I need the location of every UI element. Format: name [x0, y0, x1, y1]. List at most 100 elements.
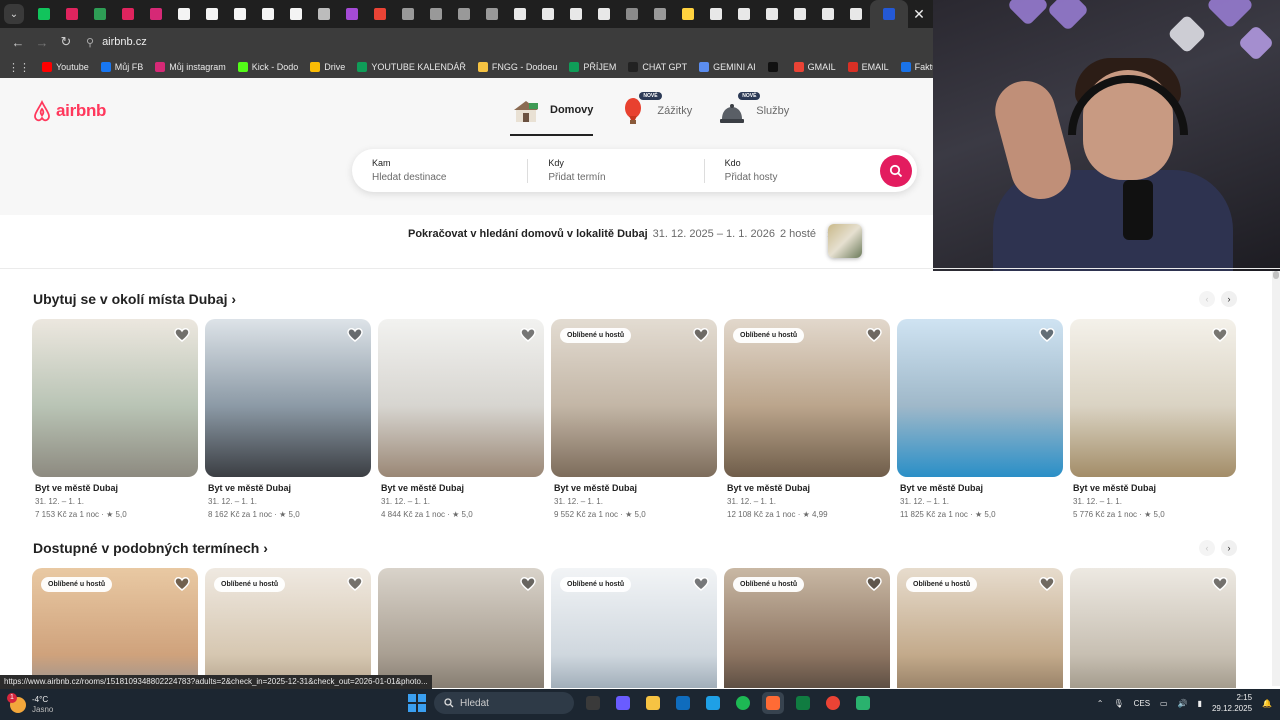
bookmark-item[interactable]: [767, 62, 782, 72]
listing-card[interactable]: [1070, 568, 1236, 688]
browser-tab[interactable]: [450, 0, 478, 28]
browser-tab[interactable]: [618, 0, 646, 28]
heart-icon[interactable]: [693, 327, 709, 343]
listing-card[interactable]: Oblíbené u hostů Byt ve městě Dubaj 31. 12…: [551, 319, 717, 519]
listing-photo[interactable]: Oblíbené u hostů: [724, 319, 890, 477]
section-title-nearby[interactable]: Ubytuj se v okolí místa Dubaj ›: [33, 291, 236, 307]
omnibox[interactable]: ⚲ airbnb.cz: [86, 36, 147, 49]
browser-tab[interactable]: [394, 0, 422, 28]
browser-tab[interactable]: [506, 0, 534, 28]
browser-tab[interactable]: [282, 0, 310, 28]
chevron-up-icon[interactable]: ⌃: [1097, 699, 1104, 708]
taskbar-app-icon[interactable]: [822, 692, 844, 714]
taskbar-app-icon[interactable]: [612, 692, 634, 714]
listing-photo[interactable]: [378, 568, 544, 688]
chevron-right-icon[interactable]: ›: [1221, 540, 1237, 556]
browser-tab[interactable]: [674, 0, 702, 28]
heart-icon[interactable]: [1212, 576, 1228, 592]
taskbar-app-icon[interactable]: [642, 692, 664, 714]
battery-icon[interactable]: ▮: [1198, 699, 1202, 708]
browser-tab[interactable]: [226, 0, 254, 28]
taskbar-app-icon[interactable]: [582, 692, 604, 714]
heart-icon[interactable]: [347, 327, 363, 343]
bookmark-item[interactable]: Youtube: [42, 62, 89, 72]
notification-bell-icon[interactable]: 🔔: [1262, 699, 1272, 708]
bookmark-item[interactable]: EMAIL: [847, 62, 889, 72]
listing-card[interactable]: Byt ve městě Dubaj 31. 12. – 1. 1. 4 844 K…: [378, 319, 544, 519]
browser-tab[interactable]: [814, 0, 842, 28]
listing-card[interactable]: Oblíbené u hostů: [551, 568, 717, 688]
bookmark-item[interactable]: PŘÍJEM: [569, 62, 616, 72]
browser-tab[interactable]: [58, 0, 86, 28]
chevron-left-icon[interactable]: ‹: [1199, 540, 1215, 556]
taskbar-app-icon[interactable]: [672, 692, 694, 714]
heart-icon[interactable]: [1212, 327, 1228, 343]
listing-card[interactable]: Oblíbené u hostů: [724, 568, 890, 688]
browser-tab[interactable]: [758, 0, 786, 28]
bookmark-item[interactable]: Kick - Dodo: [237, 62, 298, 72]
microphone-icon[interactable]: 🎙: [1113, 699, 1123, 708]
browser-tab[interactable]: [730, 0, 758, 28]
back-button[interactable]: ←: [6, 35, 30, 50]
browser-tab[interactable]: [786, 0, 814, 28]
listing-card[interactable]: Oblíbené u hostů Byt ve městě Dubaj 31. 12…: [724, 319, 890, 519]
vertical-scrollbar[interactable]: [1272, 271, 1280, 686]
taskbar-search[interactable]: Hledat: [434, 692, 574, 714]
browser-tab[interactable]: [366, 0, 394, 28]
bookmark-item[interactable]: Můj FB: [100, 62, 143, 72]
where-field[interactable]: Kam Hledat destinace: [352, 158, 527, 183]
bookmark-item[interactable]: CHAT GPT: [628, 62, 687, 72]
forward-button[interactable]: →: [30, 35, 54, 50]
bookmark-item[interactable]: GMAIL: [793, 62, 836, 72]
network-icon[interactable]: ▭: [1160, 699, 1168, 708]
weather-widget[interactable]: 1 -4°C Jasno: [7, 692, 210, 715]
browser-tab[interactable]: [142, 0, 170, 28]
bookmark-item[interactable]: Drive: [310, 62, 345, 72]
heart-icon[interactable]: [174, 327, 190, 343]
chevron-left-icon[interactable]: ‹: [1199, 291, 1215, 307]
listing-photo[interactable]: [1070, 319, 1236, 477]
listing-card[interactable]: [378, 568, 544, 688]
heart-icon[interactable]: [1039, 327, 1055, 343]
language-indicator[interactable]: CES: [1134, 699, 1150, 708]
apps-grid-icon[interactable]: ⋮⋮: [8, 61, 30, 74]
continue-search[interactable]: Pokračovat v hledání domovů v lokalitě D…: [408, 226, 837, 242]
listing-photo[interactable]: [205, 319, 371, 477]
browser-tab[interactable]: [842, 0, 870, 28]
taskbar-app-icon[interactable]: [762, 692, 784, 714]
heart-icon[interactable]: [693, 576, 709, 592]
volume-icon[interactable]: 🔊: [1178, 699, 1188, 708]
clock[interactable]: 2:15 29.12.2025: [1212, 692, 1252, 714]
tab-zazitky[interactable]: NOVÉ Zážitky: [617, 92, 692, 136]
browser-tab[interactable]: [170, 0, 198, 28]
heart-icon[interactable]: [520, 576, 536, 592]
browser-tab[interactable]: [646, 0, 674, 28]
listing-card[interactable]: Byt ve městě Dubaj 31. 12. – 1. 1. 7 153 K…: [32, 319, 198, 519]
listing-photo[interactable]: [897, 319, 1063, 477]
browser-tab[interactable]: [422, 0, 450, 28]
listing-card[interactable]: Byt ve městě Dubaj 31. 12. – 1. 1. 11 825 …: [897, 319, 1063, 519]
listing-card[interactable]: Oblíbené u hostů: [32, 568, 198, 688]
section-title-similar[interactable]: Dostupné v podobných termínech ›: [33, 540, 268, 556]
listing-photo[interactable]: [1070, 568, 1236, 688]
bookmark-item[interactable]: GEMINI AI: [699, 62, 756, 72]
tab-search-button[interactable]: ⌄: [4, 4, 24, 24]
taskbar-app-icon[interactable]: [702, 692, 724, 714]
browser-tab[interactable]: [534, 0, 562, 28]
listing-photo[interactable]: [32, 319, 198, 477]
chevron-right-icon[interactable]: ›: [1221, 291, 1237, 307]
browser-tab[interactable]: [254, 0, 282, 28]
site-info-icon[interactable]: ⚲: [86, 36, 94, 49]
taskbar-app-icon[interactable]: [852, 692, 874, 714]
heart-icon[interactable]: [520, 327, 536, 343]
listing-photo[interactable]: Oblíbené u hostů: [897, 568, 1063, 688]
heart-icon[interactable]: [174, 576, 190, 592]
bookmark-item[interactable]: FNGG - Dodoeu: [477, 62, 557, 72]
browser-tab[interactable]: [86, 0, 114, 28]
when-field[interactable]: Kdy Přidat termín: [528, 158, 703, 183]
bookmark-item[interactable]: YOUTUBE KALENDÁŘ: [357, 62, 466, 72]
bookmark-item[interactable]: Můj instagram: [155, 62, 226, 72]
tab-domovy[interactable]: Domovy: [510, 96, 594, 136]
listing-card[interactable]: Byt ve městě Dubaj 31. 12. – 1. 1. 8 162 K…: [205, 319, 371, 519]
browser-tab[interactable]: [114, 0, 142, 28]
